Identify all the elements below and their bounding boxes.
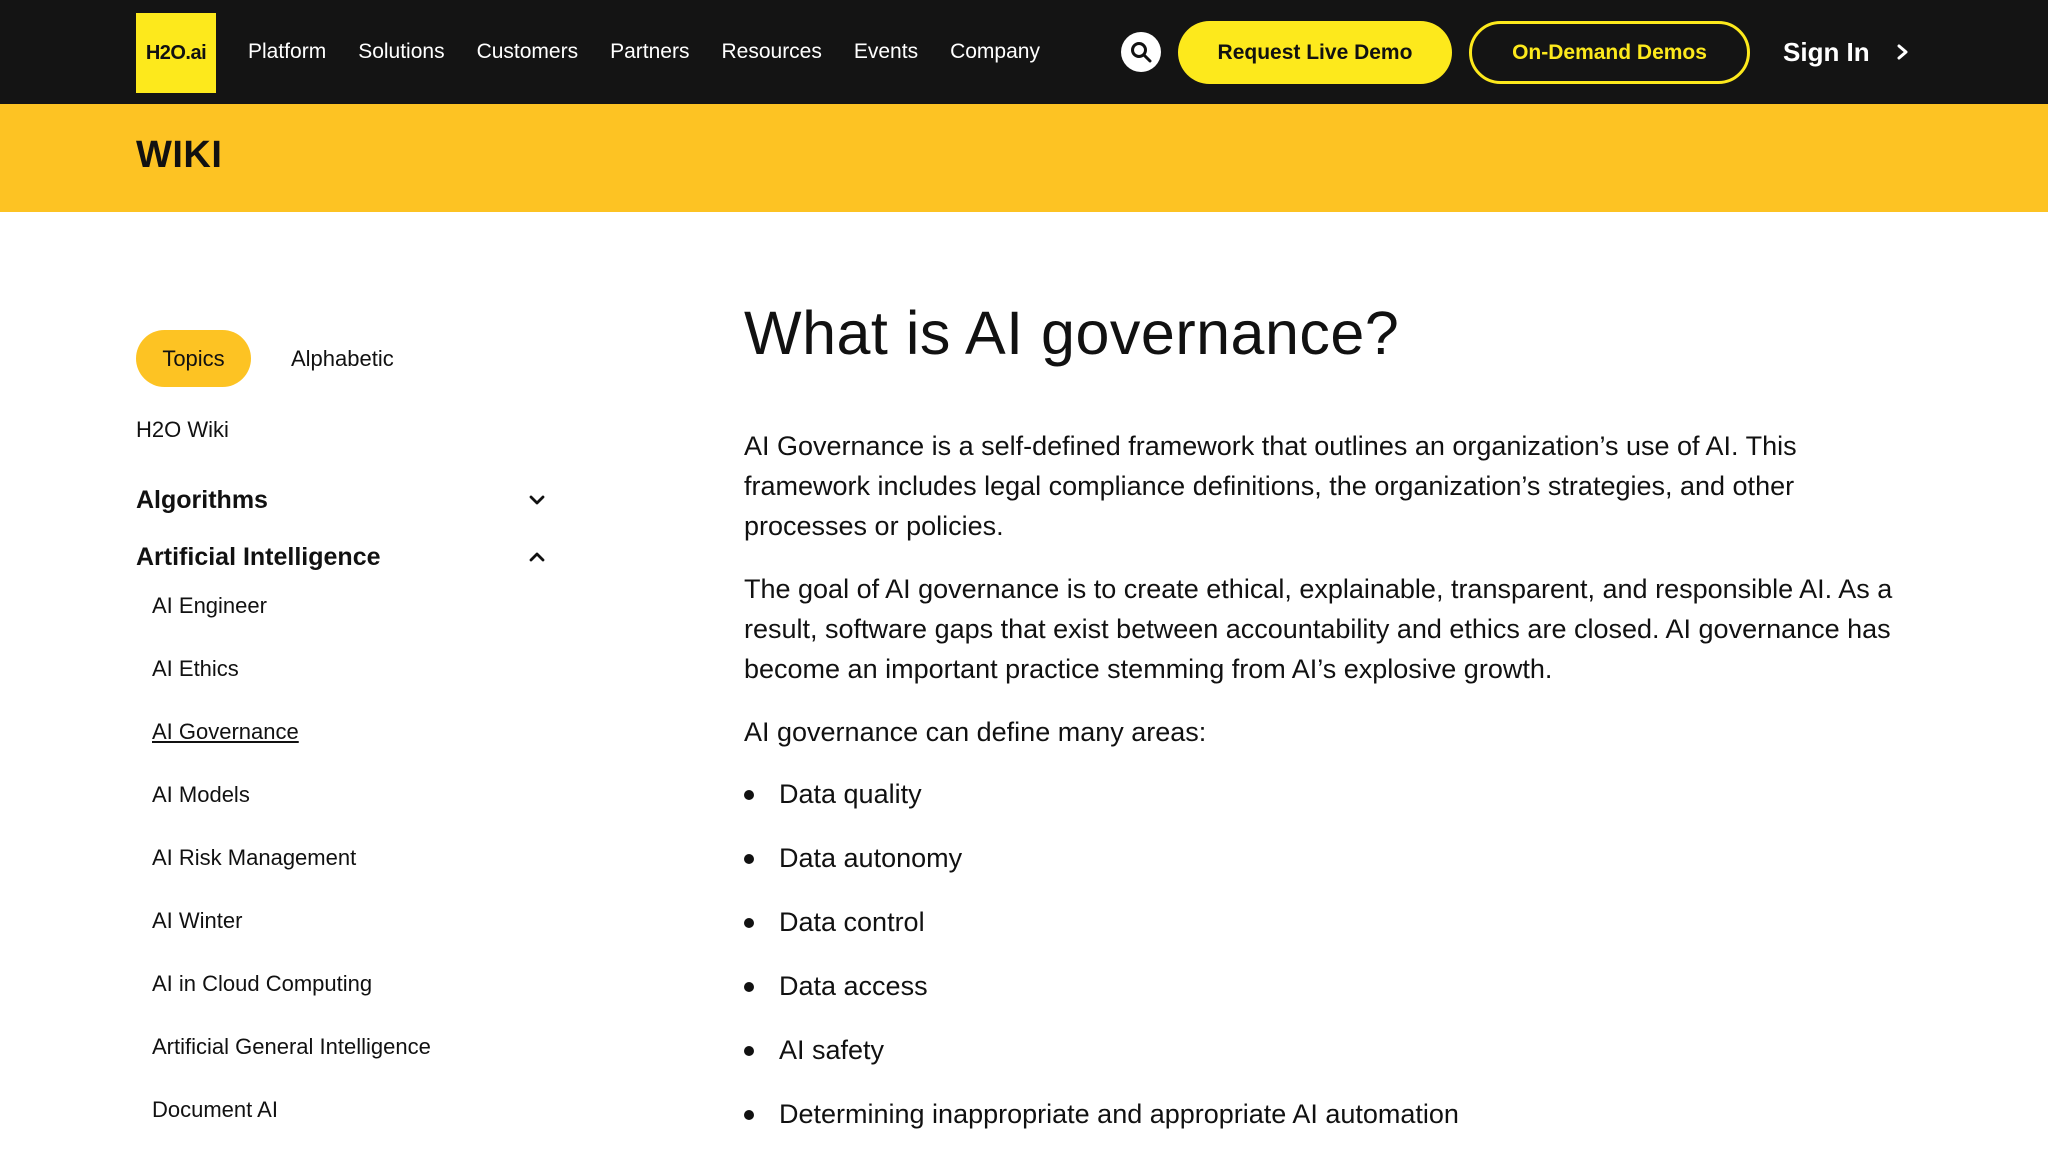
category-label: Artificial Intelligence <box>136 542 381 571</box>
tab-alphabetic[interactable]: Alphabetic <box>275 330 410 387</box>
chevron-right-icon <box>1896 43 1910 61</box>
list-item: Determining inappropriate and appropriat… <box>744 1094 1459 1152</box>
wiki-banner: WIKI <box>0 104 2048 212</box>
category-label: Algorithms <box>136 485 268 514</box>
sign-in-link[interactable]: Sign In <box>1783 0 1910 104</box>
list-item: Data access <box>744 966 1459 1030</box>
nav-item-customers[interactable]: Customers <box>477 40 579 64</box>
main-nav: Platform Solutions Customers Partners Re… <box>248 0 1072 104</box>
top-navigation-bar: H2O.ai Platform Solutions Customers Part… <box>0 0 2048 104</box>
banner-title: WIKI <box>136 134 223 176</box>
sidebar-item-artificial-general-intelligence[interactable]: Artificial General Intelligence <box>152 1034 431 1060</box>
sidebar-item-ai-risk-management[interactable]: AI Risk Management <box>152 845 356 871</box>
search-icon <box>1131 42 1152 63</box>
chevron-down-icon <box>528 494 546 506</box>
sidebar-item-ai-winter[interactable]: AI Winter <box>152 908 242 934</box>
on-demand-demos-button[interactable]: On-Demand Demos <box>1469 21 1750 84</box>
category-algorithms[interactable]: Algorithms <box>136 480 546 520</box>
sidebar-item-ai-governance[interactable]: AI Governance <box>152 719 299 745</box>
areas-list: Data quality Data autonomy Data control … <box>744 774 1459 1152</box>
request-live-demo-button[interactable]: Request Live Demo <box>1178 21 1452 84</box>
article-paragraph: The goal of AI governance is to create e… <box>744 574 1893 684</box>
tab-topics[interactable]: Topics <box>136 330 251 387</box>
list-item: Data quality <box>744 774 1459 838</box>
list-item: AI safety <box>744 1030 1459 1094</box>
h2o-logo[interactable]: H2O.ai <box>136 13 216 93</box>
nav-item-partners[interactable]: Partners <box>610 40 689 64</box>
nav-item-platform[interactable]: Platform <box>248 40 326 64</box>
nav-item-resources[interactable]: Resources <box>721 40 821 64</box>
article-paragraph: AI Governance is a self-defined framewor… <box>744 431 1797 541</box>
sidebar-item-ai-engineer[interactable]: AI Engineer <box>152 593 267 619</box>
nav-item-solutions[interactable]: Solutions <box>358 40 444 64</box>
article-content: What is AI governance? AI Governance is … <box>744 299 1904 1129</box>
chevron-up-icon <box>528 551 546 563</box>
list-item: Data control <box>744 902 1459 966</box>
h2o-wiki-link[interactable]: H2O Wiki <box>136 417 229 443</box>
sign-in-label: Sign In <box>1783 36 1870 67</box>
sidebar-item-document-ai[interactable]: Document AI <box>152 1097 278 1123</box>
search-button[interactable] <box>1121 32 1161 72</box>
wiki-sidebar: Topics Alphabetic H2O Wiki Algorithms Ar… <box>136 330 556 1122</box>
sidebar-item-ai-models[interactable]: AI Models <box>152 782 250 808</box>
sidebar-item-ai-in-cloud-computing[interactable]: AI in Cloud Computing <box>152 971 372 997</box>
category-artificial-intelligence[interactable]: Artificial Intelligence <box>136 537 546 577</box>
list-item: Data autonomy <box>744 838 1459 902</box>
page-title: What is AI governance? <box>744 299 1400 367</box>
nav-item-company[interactable]: Company <box>950 40 1040 64</box>
nav-item-events[interactable]: Events <box>854 40 918 64</box>
sidebar-tabs: Topics Alphabetic <box>136 330 556 387</box>
sidebar-item-ai-ethics[interactable]: AI Ethics <box>152 656 239 682</box>
article-paragraph: AI governance can define many areas: <box>744 717 1207 747</box>
